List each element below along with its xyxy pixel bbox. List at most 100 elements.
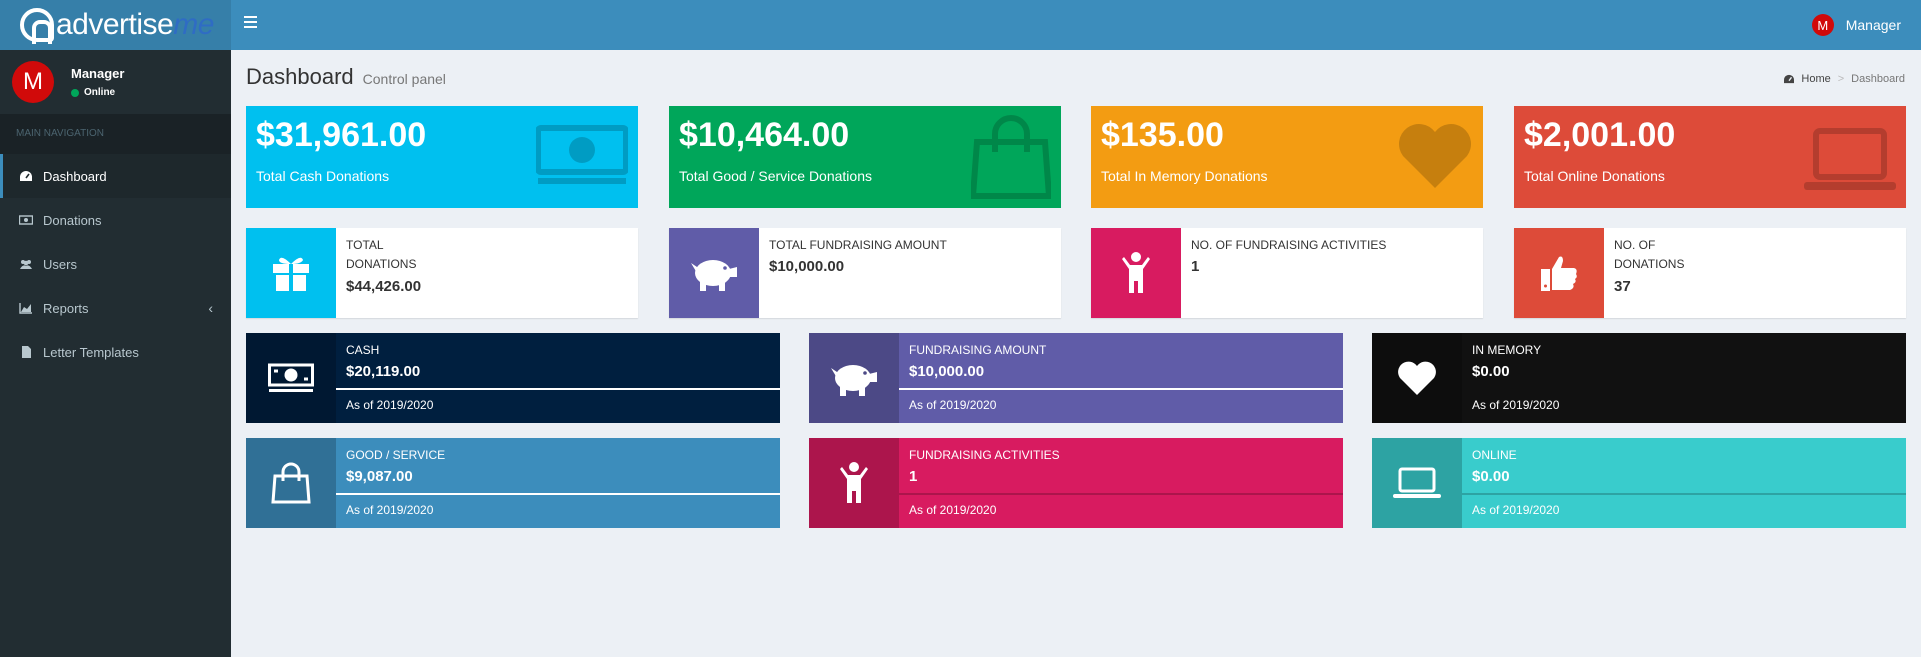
file-icon — [22, 346, 31, 358]
child-icon — [1122, 252, 1150, 293]
info-box-icon — [1514, 228, 1604, 318]
content-header: Dashboard Control panel — [246, 64, 446, 90]
progress-box-number: $20,119.00 — [346, 363, 421, 380]
small-box-amount: $10,464.00 — [679, 116, 850, 154]
small-box-amount: $2,001.00 — [1524, 116, 1676, 154]
progress-bar — [899, 493, 1343, 495]
progress-box-icon — [809, 438, 899, 528]
child-icon — [840, 462, 868, 503]
small-box-cash: $31,961.00 Total Cash Donations — [246, 106, 638, 208]
progress-box-number: $10,000.00 — [909, 363, 985, 380]
progress-box-description: As of 2019/2020 — [346, 503, 434, 517]
progress-box-title: FUNDRAISING AMOUNT — [909, 343, 1047, 357]
small-box-label: Total Online Donations — [1524, 168, 1665, 184]
user-menu[interactable]: M Manager — [1811, 14, 1901, 36]
small-box-amount: $135.00 — [1101, 116, 1224, 154]
progress-box-icon — [246, 333, 336, 423]
small-box-label: Total In Memory Donations — [1101, 168, 1268, 184]
sidebar-item-reports[interactable]: Reports ‹ — [0, 286, 231, 330]
info-box-number: $44,426.00 — [346, 278, 422, 295]
small-box-good-service: $10,464.00 Total Good / Service Donation… — [669, 106, 1061, 208]
info-box-total-donations: TOTAL DONATIONS $44,426.00 — [246, 228, 638, 318]
small-box-amount: $31,961.00 — [256, 116, 427, 154]
progress-bar — [899, 388, 1343, 390]
sidebar-item-label: Reports — [43, 300, 89, 316]
nav-header: MAIN NAVIGATION — [0, 114, 231, 154]
money-icon — [268, 363, 314, 392]
progress-box-number: 1 — [909, 468, 918, 485]
sidebar-item-label: Donations — [43, 212, 102, 228]
small-box-label: Total Good / Service Donations — [679, 168, 872, 184]
progress-box-online: ONLINE $0.00 As of 2019/2020 — [1372, 438, 1906, 528]
gift-icon — [273, 257, 309, 291]
piggy-bank-icon — [691, 260, 737, 291]
progress-box-icon — [809, 333, 899, 423]
small-box-label: Total Cash Donations — [256, 168, 390, 184]
sidebar: M Manager Online MAIN NAVIGATION Dashboa… — [0, 50, 231, 657]
progress-box-icon — [1372, 438, 1462, 528]
dashboard-icon — [20, 171, 32, 181]
progress-box-description: As of 2019/2020 — [909, 398, 997, 412]
sidebar-item-donations[interactable]: Donations — [0, 198, 231, 242]
page-title: Dashboard — [246, 64, 354, 89]
progress-fill — [899, 388, 1343, 390]
money-icon — [19, 215, 33, 225]
info-box-text: TOTAL DONATIONS — [346, 238, 417, 271]
sidebar-item-users[interactable]: Users — [0, 242, 231, 286]
progress-box-title: FUNDRAISING ACTIVITIES — [909, 448, 1060, 462]
breadcrumb: Home > Dashboard — [1783, 73, 1905, 85]
sidebar-item-label: Users — [43, 256, 77, 272]
money-icon — [536, 125, 628, 184]
logo-text: advertiseme — [56, 8, 214, 41]
small-box-online: $2,001.00 Total Online Donations — [1514, 106, 1906, 208]
sidebar-item-label: Dashboard — [43, 168, 107, 184]
info-box-fundraising-activities: NO. OF FUNDRAISING ACTIVITIES 1 — [1091, 228, 1483, 318]
progress-box-title: ONLINE — [1472, 448, 1517, 462]
shopping-bag-icon — [971, 115, 1051, 199]
progress-box-number: $0.00 — [1472, 468, 1510, 485]
small-box-in-memory: $135.00 Total In Memory Donations — [1091, 106, 1483, 208]
progress-box-icon — [1372, 333, 1462, 423]
info-box-number: 37 — [1614, 278, 1631, 295]
info-box-fundraising-amount: TOTAL FUNDRAISING AMOUNT $10,000.00 — [669, 228, 1061, 318]
info-box-icon — [246, 228, 336, 318]
progress-box-title: IN MEMORY — [1472, 343, 1542, 357]
info-box-text: NO. OF FUNDRAISING ACTIVITIES — [1191, 238, 1387, 252]
progress-bar — [1462, 493, 1906, 495]
heart-icon — [1399, 124, 1471, 188]
breadcrumb-current: Dashboard — [1851, 73, 1905, 85]
progress-box-description: As of 2019/2020 — [346, 398, 434, 412]
user-menu-name: Manager — [1845, 17, 1901, 33]
info-box-icon — [1091, 228, 1181, 318]
shopping-bag-icon — [271, 462, 311, 504]
online-dot-icon — [71, 88, 79, 97]
sidebar-item-dashboard[interactable]: Dashboard — [0, 154, 231, 198]
progress-box-icon — [246, 438, 336, 528]
progress-box-description: As of 2019/2020 — [1472, 398, 1560, 412]
sidebar-toggle-icon[interactable] — [244, 16, 258, 32]
breadcrumb-home[interactable]: Home — [1801, 73, 1830, 85]
heart-icon — [1398, 361, 1436, 395]
progress-fill — [336, 493, 780, 495]
progress-box-title: GOOD / SERVICE — [346, 448, 446, 462]
progress-bar — [1462, 388, 1906, 390]
progress-box-fundraising-amount: FUNDRAISING AMOUNT $10,000.00 As of 2019… — [809, 333, 1343, 423]
laptop-icon — [1393, 467, 1441, 498]
sidebar-user-name: Manager — [71, 66, 125, 81]
logo[interactable]: advertiseme — [0, 0, 231, 50]
logo-mark-icon — [20, 8, 54, 44]
progress-box-good-service: GOOD / SERVICE $9,087.00 As of 2019/2020 — [246, 438, 780, 528]
progress-bar — [336, 388, 780, 390]
progress-box-description: As of 2019/2020 — [1472, 503, 1560, 517]
progress-bar — [336, 493, 780, 495]
dashboard-icon — [1784, 74, 1795, 84]
info-box-icon — [669, 228, 759, 318]
sidebar-item-letter-templates[interactable]: Letter Templates — [0, 330, 231, 374]
laptop-icon — [1804, 128, 1896, 190]
chevron-left-icon[interactable]: ‹ — [208, 300, 213, 316]
progress-fill — [336, 388, 780, 390]
info-box-no-of-donations: NO. OF DONATIONS 37 — [1514, 228, 1906, 318]
top-header: advertiseme M Manager — [0, 0, 1921, 50]
users-icon — [20, 260, 32, 269]
progress-box-description: As of 2019/2020 — [909, 503, 997, 517]
